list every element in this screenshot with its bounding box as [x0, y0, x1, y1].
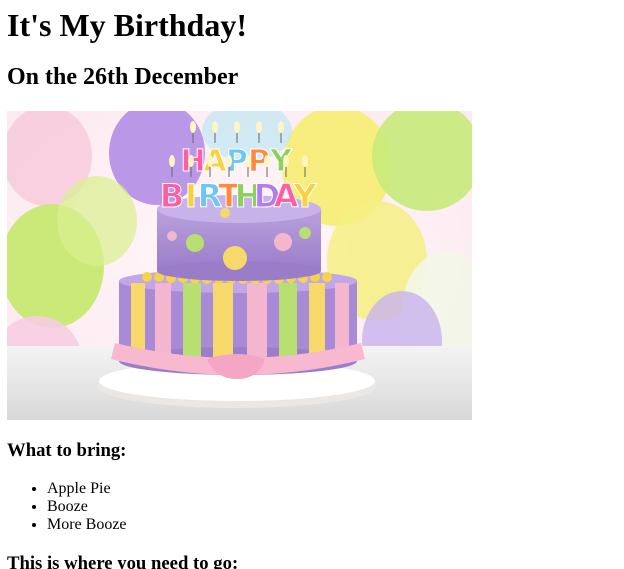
candle-flame — [188, 155, 194, 167]
candle-flame — [256, 121, 262, 133]
directions-heading: This is where you need to go: — [7, 553, 239, 569]
bring-list: Apple Pie Booze More Booze — [7, 480, 127, 534]
candle-letter: B — [160, 177, 184, 215]
candle-flame — [190, 121, 196, 133]
list-item: More Booze — [47, 516, 127, 534]
page-subtitle: On the 26th December — [7, 64, 239, 90]
candle-flame — [212, 121, 218, 133]
candle-flame — [245, 155, 251, 167]
candle-flame — [207, 155, 213, 167]
what-to-bring-heading: What to bring: — [7, 440, 127, 461]
candle-letter: Y — [269, 144, 293, 179]
candle-flame — [264, 155, 270, 167]
candle-flame — [234, 121, 240, 133]
candle-letter: Y — [292, 177, 317, 215]
candle-flame — [226, 155, 232, 167]
list-item: Apple Pie — [47, 480, 127, 498]
page: It's My Birthday! On the 26th December A… — [0, 0, 624, 569]
birthday-cake-image: HAPPYBIRTHDAY — [7, 111, 472, 420]
candle-flame — [283, 155, 289, 167]
candle-flame — [302, 155, 308, 167]
list-item: Booze — [47, 498, 127, 516]
page-title: It's My Birthday! — [7, 7, 247, 43]
candle-letter: A — [203, 144, 227, 179]
candle-flame — [278, 121, 284, 133]
cake-illustration: HAPPYBIRTHDAY — [7, 111, 472, 420]
candle-flame — [169, 155, 175, 167]
candle-letter: I — [185, 177, 197, 215]
cake-bottom-tier — [111, 269, 365, 379]
